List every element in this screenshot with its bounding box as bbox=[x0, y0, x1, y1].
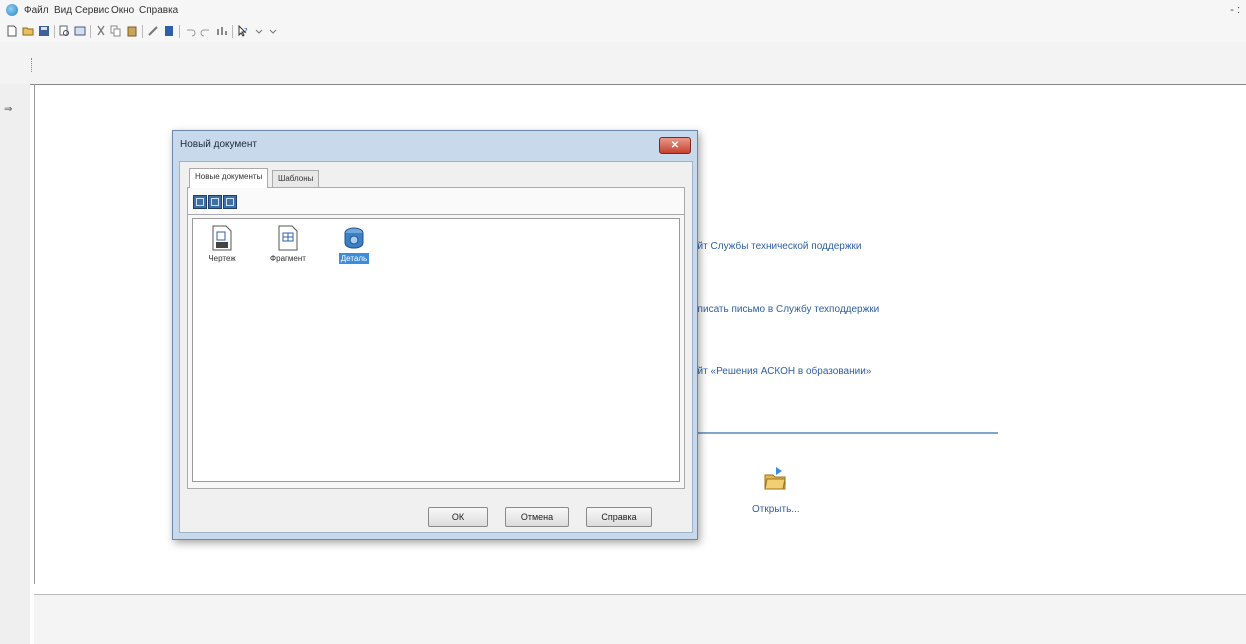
tab-new-documents[interactable]: Новые документы bbox=[189, 168, 269, 188]
toolbar-overflow-icon[interactable] bbox=[253, 25, 265, 37]
new-document-icon[interactable] bbox=[6, 25, 18, 37]
status-bar bbox=[34, 594, 1246, 626]
tab-templates[interactable]: Шаблоны bbox=[272, 170, 320, 187]
tab-panel: Чертеж Фрагмент Деталь bbox=[187, 187, 685, 489]
properties-icon[interactable] bbox=[74, 25, 86, 37]
small-icons-view-icon[interactable] bbox=[208, 195, 222, 209]
fragment-icon bbox=[278, 225, 298, 251]
new-document-dialog: Новый документ ✕ Новые документы Шаблоны… bbox=[172, 130, 698, 540]
document-label-drawing: Чертеж bbox=[208, 254, 236, 263]
list-item-drawing[interactable]: Чертеж bbox=[197, 225, 247, 264]
toolbar-customize-icon[interactable] bbox=[267, 25, 279, 37]
secondary-toolbar bbox=[0, 42, 1246, 85]
chart-icon[interactable] bbox=[216, 25, 228, 37]
start-page-divider bbox=[690, 432, 998, 434]
toolbar-separator bbox=[179, 25, 180, 38]
ok-button[interactable]: ОК bbox=[428, 507, 488, 527]
large-icons-view-icon[interactable] bbox=[193, 195, 207, 209]
standard-toolbar: ? bbox=[0, 22, 1246, 42]
menu-view[interactable]: Вид bbox=[54, 5, 72, 16]
toolbar-separator bbox=[232, 25, 233, 38]
write-support-link[interactable]: аписать письмо в Службу техподдержки bbox=[692, 304, 879, 315]
toolbar-separator bbox=[142, 25, 143, 38]
copy-icon[interactable] bbox=[110, 25, 122, 37]
window-controls[interactable]: - : bbox=[1230, 4, 1240, 16]
cancel-button[interactable]: Отмена bbox=[505, 507, 569, 527]
document-label-fragment: Фрагмент bbox=[270, 254, 306, 263]
pencil-icon[interactable] bbox=[147, 25, 159, 37]
kompas-app-icon bbox=[6, 4, 18, 16]
save-icon[interactable] bbox=[38, 25, 50, 37]
menu-help[interactable]: Справка bbox=[139, 5, 178, 16]
open-link[interactable]: Открыть... bbox=[752, 504, 800, 515]
dialog-body: Новые документы Шаблоны Чертеж Фрагмент … bbox=[179, 161, 693, 533]
list-item-fragment[interactable]: Фрагмент bbox=[263, 225, 313, 264]
svg-text:?: ? bbox=[244, 27, 248, 35]
context-help-icon[interactable]: ? bbox=[237, 25, 249, 37]
toolbar-separator bbox=[54, 25, 55, 38]
list-view-icon[interactable] bbox=[223, 195, 237, 209]
document-label-part: Деталь bbox=[338, 253, 370, 264]
left-panel-strip: ⇒ bbox=[0, 84, 30, 644]
open-folder-icon[interactable] bbox=[764, 466, 786, 490]
education-site-link[interactable]: айт «Решения АСКОН в образовании» bbox=[692, 366, 871, 377]
menu-service[interactable]: Сервис bbox=[75, 5, 109, 16]
cut-icon[interactable] bbox=[95, 25, 107, 37]
table-icon[interactable] bbox=[163, 25, 175, 37]
print-preview-icon[interactable] bbox=[58, 25, 70, 37]
status-bar-secondary bbox=[34, 625, 1246, 644]
list-item-part[interactable]: Деталь bbox=[329, 225, 379, 264]
dialog-close-button[interactable]: ✕ bbox=[659, 137, 691, 154]
open-file-icon[interactable] bbox=[22, 25, 34, 37]
redo-icon[interactable] bbox=[200, 25, 212, 37]
view-mode-bar bbox=[188, 188, 684, 215]
drawing-icon bbox=[212, 225, 232, 251]
document-type-list: Чертеж Фрагмент Деталь bbox=[192, 218, 680, 482]
menu-window[interactable]: Окно bbox=[111, 5, 134, 16]
menu-file[interactable]: Файл bbox=[24, 5, 49, 16]
panel-divider bbox=[34, 84, 35, 584]
dialog-title: Новый документ bbox=[180, 139, 257, 150]
toolbar-grip[interactable] bbox=[31, 58, 37, 72]
support-site-link[interactable]: айт Службы технической поддержки bbox=[692, 241, 861, 252]
menu-bar: Файл Вид Сервис Окно Справка - : bbox=[0, 0, 1246, 22]
expand-arrow-icon[interactable]: ⇒ bbox=[4, 104, 12, 115]
help-button[interactable]: Справка bbox=[586, 507, 652, 527]
undo-icon[interactable] bbox=[184, 25, 196, 37]
part-icon bbox=[344, 227, 364, 249]
paste-icon[interactable] bbox=[126, 25, 138, 37]
toolbar-separator bbox=[90, 25, 91, 38]
